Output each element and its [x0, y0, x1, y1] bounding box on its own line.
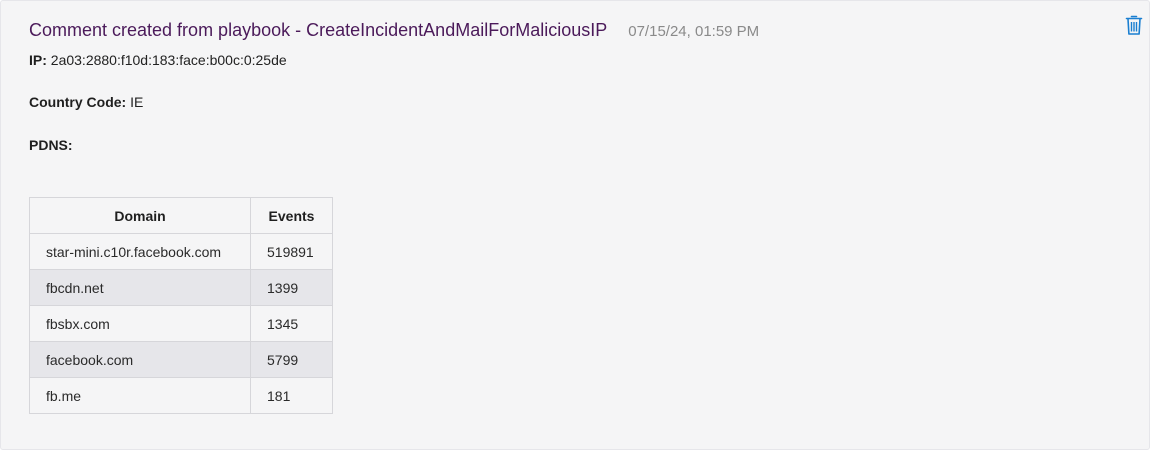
table-header-row: Domain Events — [29, 197, 333, 234]
domain-cell: facebook.com — [29, 341, 251, 378]
pdns-field: PDNS: — [29, 137, 73, 153]
domain-cell: fbsbx.com — [29, 305, 251, 342]
column-header-events: Events — [250, 197, 333, 234]
comment-timestamp: 07/15/24, 01:59 PM — [628, 23, 760, 40]
table-row: fbcdn.net 1399 — [29, 269, 333, 306]
comment-card: Comment created from playbook - CreateIn… — [0, 0, 1150, 450]
table-row: facebook.com 5799 — [29, 341, 333, 378]
country-code-field: Country Code: IE — [29, 94, 143, 110]
pdns-table: Domain Events star-mini.c10r.facebook.co… — [29, 197, 333, 414]
table-row: star-mini.c10r.facebook.com 519891 — [29, 233, 333, 270]
column-header-domain: Domain — [29, 197, 251, 234]
delete-comment-button[interactable] — [1125, 14, 1143, 36]
trash-icon — [1125, 15, 1143, 35]
domain-cell: fbcdn.net — [29, 269, 251, 306]
country-code-label: Country Code: — [29, 94, 127, 110]
events-cell: 181 — [250, 377, 333, 414]
ip-value: 2a03:2880:f10d:183:face:b00c:0:25de — [50, 52, 287, 68]
events-cell: 1345 — [250, 305, 333, 342]
ip-field: IP: 2a03:2880:f10d:183:face:b00c:0:25de — [29, 52, 287, 68]
table-row: fbsbx.com 1345 — [29, 305, 333, 342]
table-row: fb.me 181 — [29, 377, 333, 414]
events-cell: 519891 — [250, 233, 333, 270]
events-cell: 1399 — [250, 269, 333, 306]
comment-title: Comment created from playbook - CreateIn… — [29, 20, 608, 40]
domain-cell: fb.me — [29, 377, 251, 414]
pdns-label: PDNS: — [29, 137, 73, 153]
events-cell: 5799 — [250, 341, 333, 378]
ip-label: IP: — [29, 52, 47, 68]
domain-cell: star-mini.c10r.facebook.com — [29, 233, 251, 270]
comment-header: Comment created from playbook - CreateIn… — [29, 20, 759, 41]
country-code-value: IE — [130, 94, 144, 110]
